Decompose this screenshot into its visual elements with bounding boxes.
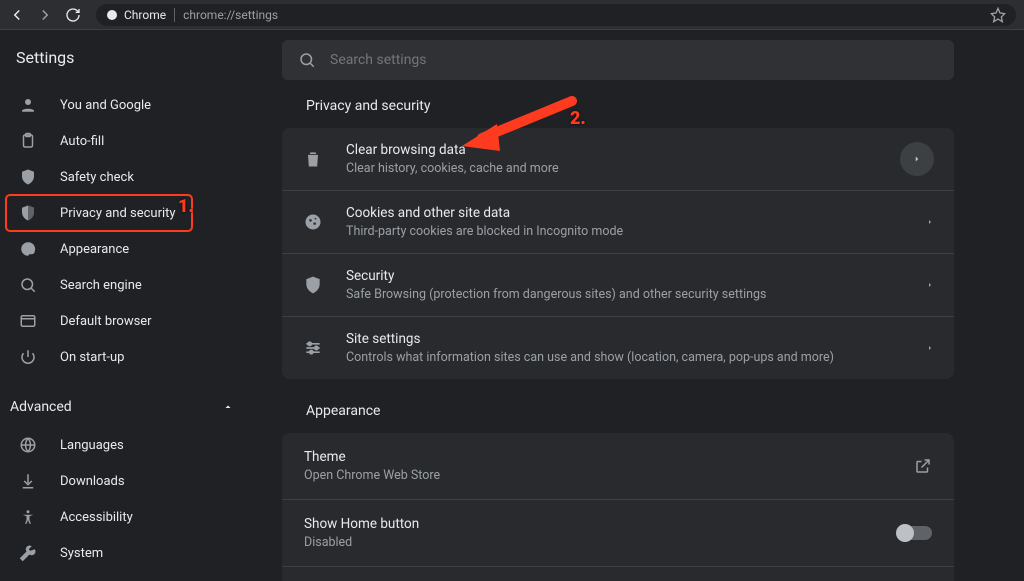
sidebar-item-reset-settings[interactable]: Reset settings: [0, 571, 240, 581]
row-title: Show Home button: [304, 516, 876, 532]
sidebar-item-languages[interactable]: Languages: [0, 427, 240, 463]
row-cookies[interactable]: Cookies and other site data Third-party …: [282, 190, 954, 253]
chevron-up-icon: [222, 401, 234, 413]
main-content: Privacy and security Clear browsing data…: [252, 30, 1024, 581]
omnibox-origin: Chrome: [106, 8, 166, 22]
page-title: Settings: [0, 48, 252, 87]
sidebar-item-you-and-google[interactable]: You and Google: [0, 87, 240, 123]
sidebar-item-label: On start-up: [60, 350, 124, 365]
shield-check-icon: [18, 167, 38, 187]
browser-toolbar: Chrome chrome://settings: [0, 0, 1024, 30]
sidebar-item-default-browser[interactable]: Default browser: [0, 303, 240, 339]
sidebar-item-label: Appearance: [60, 242, 129, 257]
sidebar-item-label: Downloads: [60, 474, 125, 489]
appearance-card: Theme Open Chrome Web Store Show Home bu…: [282, 433, 954, 581]
chevron-right-icon: [926, 216, 934, 228]
browser-icon: [18, 311, 38, 331]
row-site-settings[interactable]: Site settings Controls what information …: [282, 316, 954, 379]
globe-icon: [18, 435, 38, 455]
row-clear-browsing-data[interactable]: Clear browsing data Clear history, cooki…: [282, 128, 954, 190]
accessibility-icon: [18, 507, 38, 527]
advanced-label: Advanced: [10, 399, 72, 415]
sidebar-item-label: Auto-fill: [60, 134, 104, 149]
sidebar-advanced-toggle[interactable]: Advanced: [0, 387, 252, 427]
sidebar-item-label: Default browser: [60, 314, 152, 329]
row-subtitle: Third-party cookies are blocked in Incog…: [346, 224, 904, 239]
sidebar-item-safety-check[interactable]: Safety check: [0, 159, 240, 195]
toggle-home-button[interactable]: [898, 526, 932, 540]
row-subtitle: Disabled: [304, 535, 876, 550]
reload-button[interactable]: [64, 6, 82, 24]
search-input[interactable]: [330, 52, 938, 68]
row-subtitle: Open Chrome Web Store: [304, 468, 892, 483]
download-icon: [18, 471, 38, 491]
sidebar-item-accessibility[interactable]: Accessibility: [0, 499, 240, 535]
row-title: Theme: [304, 449, 892, 465]
sidebar-item-label: Accessibility: [60, 510, 133, 525]
row-title: Cookies and other site data: [346, 205, 904, 221]
sidebar-item-appearance[interactable]: Appearance: [0, 231, 240, 267]
row-show-bookmarks-bar[interactable]: Show bookmarks bar: [282, 566, 954, 581]
sidebar-item-label: Search engine: [60, 278, 142, 293]
section-title-appearance: Appearance: [306, 403, 954, 419]
search-icon: [298, 51, 316, 69]
sliders-icon: [302, 337, 324, 359]
shield-icon: [302, 274, 324, 296]
row-title: Site settings: [346, 331, 904, 347]
sidebar-item-label: You and Google: [60, 98, 151, 113]
search-icon: [18, 275, 38, 295]
back-button[interactable]: [8, 6, 26, 24]
palette-icon: [18, 239, 38, 259]
trash-icon: [302, 148, 324, 170]
sidebar-item-system[interactable]: System: [0, 535, 240, 571]
forward-button[interactable]: [36, 6, 54, 24]
clipboard-icon: [18, 131, 38, 151]
privacy-card: Clear browsing data Clear history, cooki…: [282, 128, 954, 379]
omnibox-url: chrome://settings: [183, 8, 278, 22]
open-external-icon: [914, 457, 932, 475]
sidebar-item-autofill[interactable]: Auto-fill: [0, 123, 240, 159]
row-security[interactable]: Security Safe Browsing (protection from …: [282, 253, 954, 316]
row-subtitle: Clear history, cookies, cache and more: [346, 161, 878, 176]
row-subtitle: Controls what information sites can use …: [346, 350, 904, 365]
power-icon: [18, 347, 38, 367]
row-title: Clear browsing data: [346, 142, 878, 158]
divider: [174, 8, 175, 22]
row-theme[interactable]: Theme Open Chrome Web Store: [282, 433, 954, 499]
section-title-privacy: Privacy and security: [306, 98, 954, 114]
shield-icon: [18, 203, 38, 223]
sidebar-item-on-startup[interactable]: On start-up: [0, 339, 240, 375]
sidebar-item-search-engine[interactable]: Search engine: [0, 267, 240, 303]
person-icon: [18, 95, 38, 115]
sidebar: Settings You and Google Auto-fill Safety…: [0, 30, 252, 581]
sidebar-item-downloads[interactable]: Downloads: [0, 463, 240, 499]
chevron-right-icon: [926, 342, 934, 354]
sidebar-item-label: Privacy and security: [60, 206, 176, 221]
sidebar-item-label: Safety check: [60, 170, 134, 185]
chevron-right-icon: [900, 142, 934, 176]
bookmark-star-icon[interactable]: [990, 7, 1006, 23]
chevron-right-icon: [926, 279, 934, 291]
sidebar-item-privacy-security[interactable]: Privacy and security: [6, 195, 192, 231]
search-settings[interactable]: [282, 40, 954, 80]
row-title: Security: [346, 268, 904, 284]
row-show-home-button[interactable]: Show Home button Disabled: [282, 499, 954, 566]
sidebar-item-label: System: [60, 546, 103, 561]
wrench-icon: [18, 543, 38, 563]
sidebar-item-label: Languages: [60, 438, 124, 453]
omnibox[interactable]: Chrome chrome://settings: [96, 4, 1016, 26]
cookie-icon: [302, 211, 324, 233]
row-subtitle: Safe Browsing (protection from dangerous…: [346, 287, 904, 302]
